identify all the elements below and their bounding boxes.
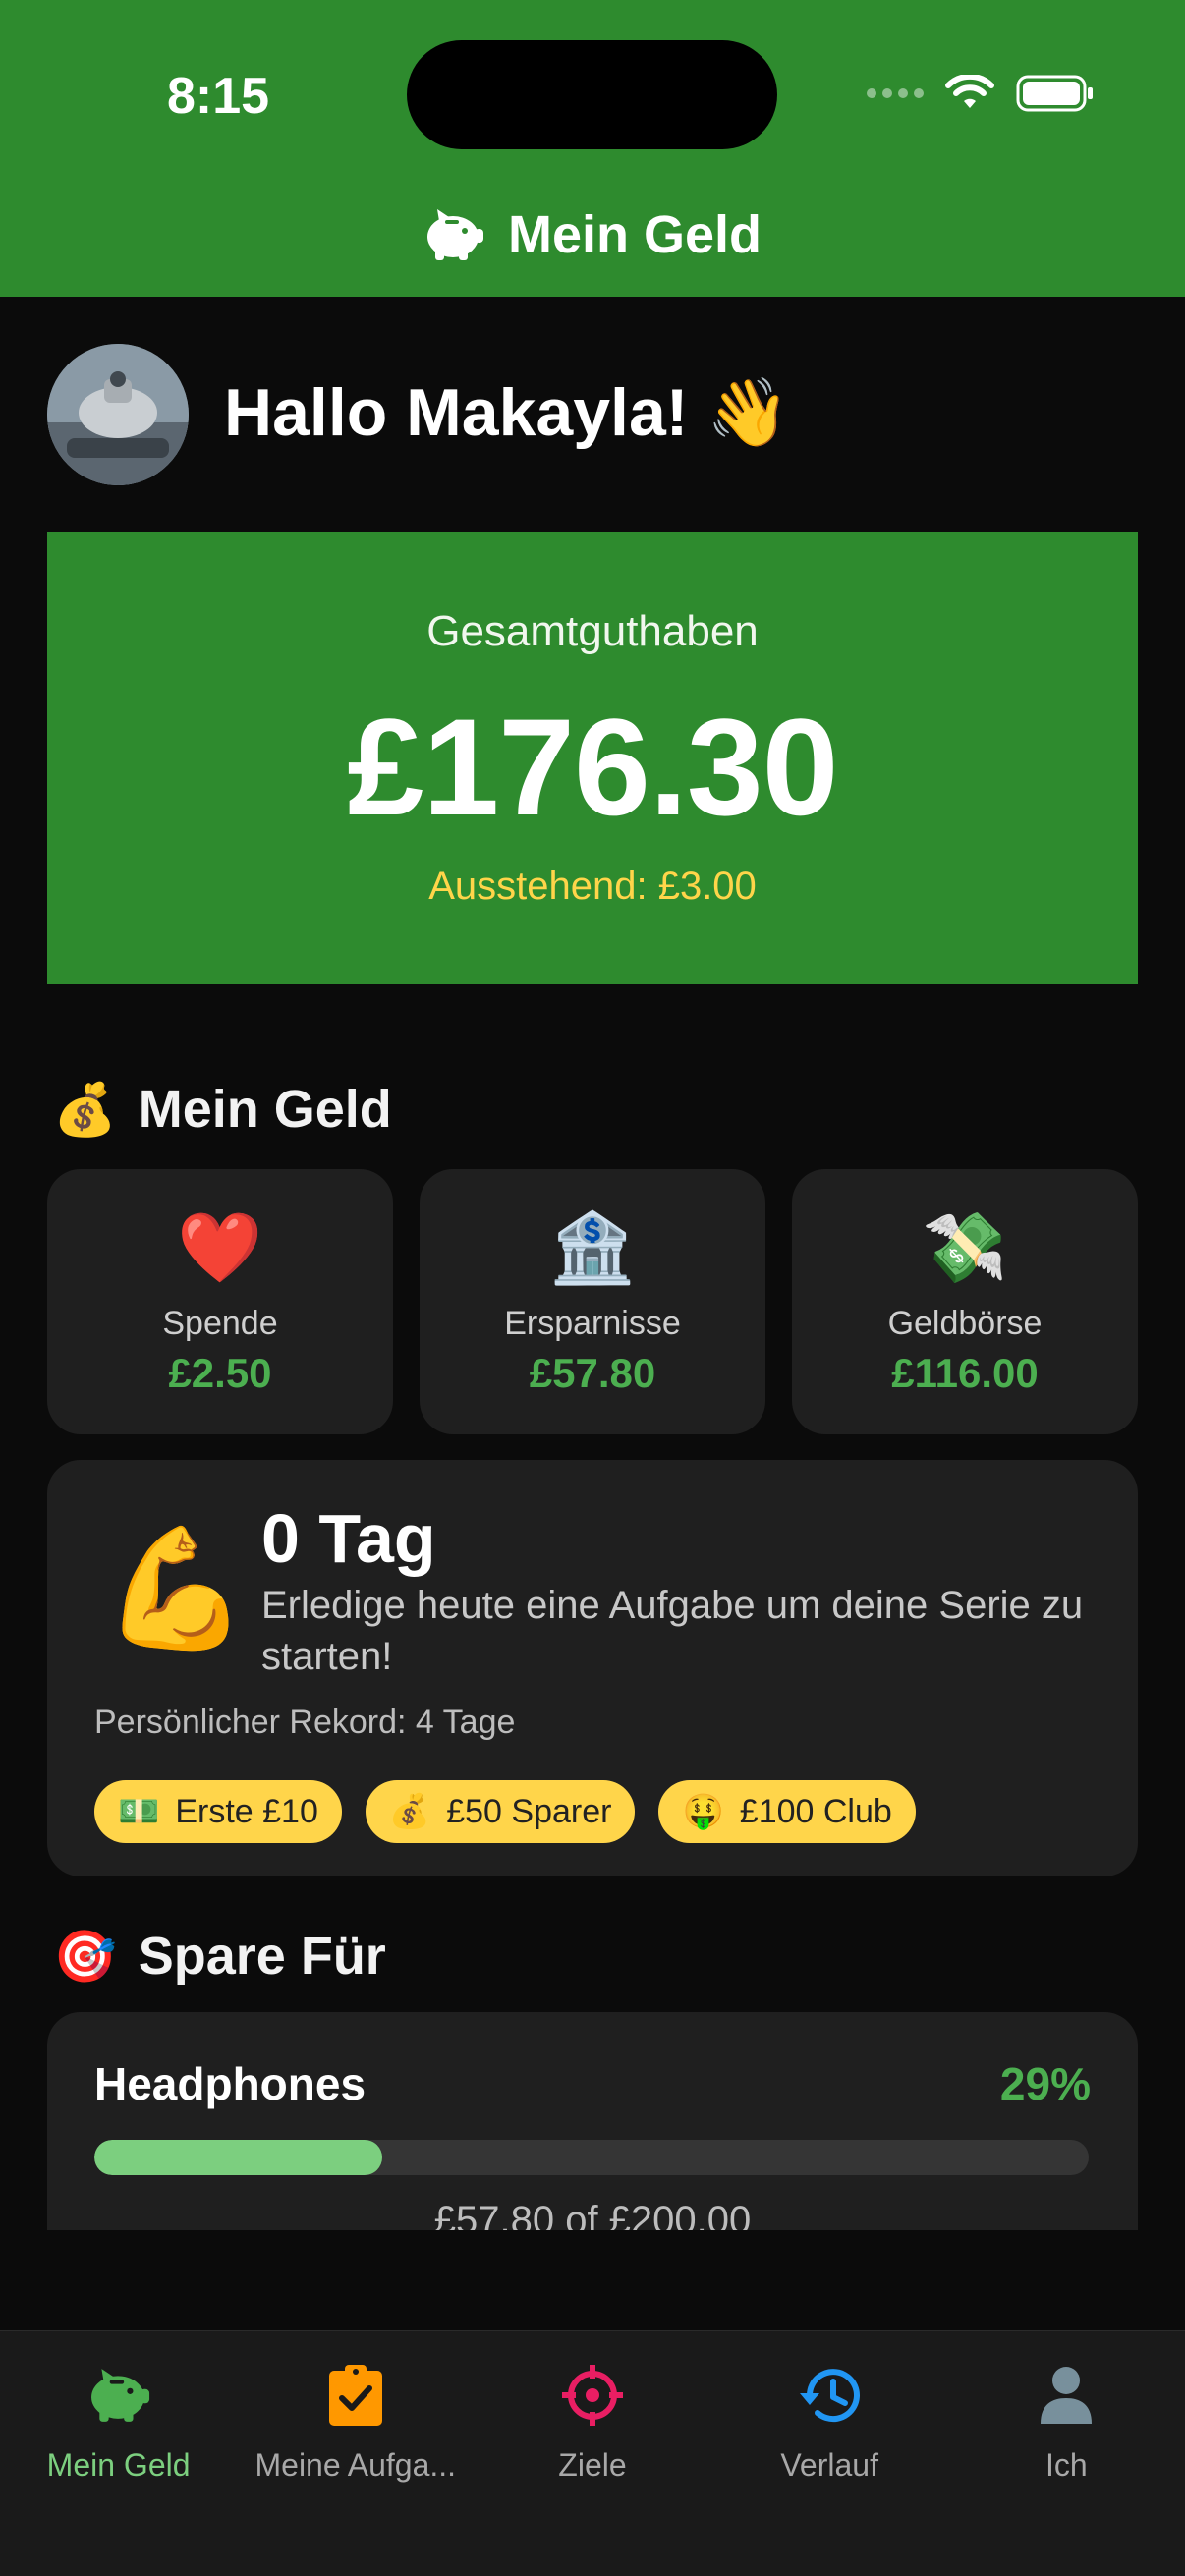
goal-card[interactable]: Headphones 29% £57.80 of £200.00 xyxy=(47,2012,1138,2230)
bank-icon: 🏦 xyxy=(549,1209,636,1286)
status-icons xyxy=(867,69,1095,118)
goal-progress-bar xyxy=(94,2140,1089,2175)
wallet-amount: £116.00 xyxy=(891,1350,1039,1396)
nav-label: Meine Aufga... xyxy=(254,2447,457,2483)
badge-label: Erste £10 xyxy=(175,1792,318,1830)
wifi-icon xyxy=(945,75,994,108)
bottom-navigation: Mein Geld Meine Aufga... Ziele Verlauf I… xyxy=(0,2330,1185,2576)
money-mouth-face-icon: 🤑 xyxy=(682,1793,724,1830)
direct-hit-icon: 🎯 xyxy=(53,1928,117,1986)
nav-item-ich[interactable]: Ich xyxy=(948,2331,1185,2576)
money-bag-icon: 💰 xyxy=(53,1081,117,1139)
nav-label: Ich xyxy=(1045,2447,1088,2483)
balance-amount: £176.30 xyxy=(347,690,838,844)
nav-label: Mein Geld xyxy=(46,2447,191,2483)
avatar[interactable] xyxy=(47,344,189,485)
streak-days: 0 Tag xyxy=(261,1500,436,1577)
nav-item-meine-aufgaben[interactable]: Meine Aufga... xyxy=(237,2331,474,2576)
balance-label: Gesamtguthaben xyxy=(426,607,759,655)
donation-amount: £2.50 xyxy=(168,1350,272,1396)
dynamic-island xyxy=(407,40,777,149)
flexed-biceps-icon: 💪 xyxy=(102,1523,250,1654)
donation-label: Spende xyxy=(162,1305,278,1342)
wallet-label: Geldbörse xyxy=(887,1305,1043,1342)
nav-label: Verlauf xyxy=(780,2447,878,2483)
person-icon xyxy=(948,2357,1185,2434)
total-balance-card: Gesamtguthaben £176.30 Ausstehend: £3.00 xyxy=(47,532,1138,984)
goal-progress-fill xyxy=(94,2140,383,2175)
donation-card[interactable]: ❤️ Spende £2.50 xyxy=(47,1169,393,1434)
clipboard-check-icon xyxy=(237,2357,474,2434)
dollar-banknote-icon: 💵 xyxy=(118,1793,160,1830)
goals-section-label: Spare Für xyxy=(138,1927,386,1986)
badge-50-saver[interactable]: 💰 £50 Sparer xyxy=(365,1780,636,1843)
goal-percent: 29% xyxy=(999,2058,1091,2109)
money-section-label: Mein Geld xyxy=(138,1080,392,1139)
goal-name: Headphones xyxy=(94,2058,367,2109)
achievement-badges: 💵 Erste £10 💰 £50 Sparer 🤑 £100 Club xyxy=(94,1780,916,1843)
streak-card: 💪 0 Tag Erledige heute eine Aufgabe um d… xyxy=(47,1460,1138,1876)
wallet-card[interactable]: 💸 Geldbörse £116.00 xyxy=(792,1169,1138,1434)
app-header: 8:15 Mein Geld xyxy=(0,0,1185,297)
header-title: Mein Geld xyxy=(0,204,1185,265)
nav-item-verlauf[interactable]: Verlauf xyxy=(711,2331,948,2576)
history-icon xyxy=(711,2357,948,2434)
nav-item-ziele[interactable]: Ziele xyxy=(474,2331,710,2576)
savings-label: Ersparnisse xyxy=(504,1305,681,1342)
personal-record: Persönlicher Rekord: 4 Tage xyxy=(94,1704,516,1741)
goals-section-title: 🎯 Spare Für xyxy=(53,1926,386,1987)
money-wings-icon: 💸 xyxy=(922,1209,1008,1286)
streak-message: Erledige heute eine Aufgabe um deine Ser… xyxy=(261,1584,1084,1678)
piggy-bank-icon xyxy=(0,2357,237,2434)
heart-icon: ❤️ xyxy=(177,1209,263,1286)
nav-label: Ziele xyxy=(558,2447,627,2483)
savings-amount: £57.80 xyxy=(529,1350,656,1396)
header-title-label: Mein Geld xyxy=(507,205,762,264)
nav-item-mein-geld[interactable]: Mein Geld xyxy=(0,2331,237,2576)
battery-icon xyxy=(1016,75,1093,112)
goal-amounts: £57.80 of £200.00 xyxy=(433,2199,752,2230)
badge-label: £100 Club xyxy=(739,1792,892,1830)
savings-card[interactable]: 🏦 Ersparnisse £57.80 xyxy=(420,1169,765,1434)
money-section-title: 💰 Mein Geld xyxy=(53,1079,392,1140)
crosshair-icon xyxy=(474,2357,710,2434)
piggy-bank-icon xyxy=(426,209,483,260)
pending-amount: Ausstehend: £3.00 xyxy=(428,865,757,908)
money-bag-icon: 💰 xyxy=(388,1793,431,1830)
cellular-signal-icon xyxy=(867,88,924,98)
badge-100-club[interactable]: 🤑 £100 Club xyxy=(658,1780,916,1843)
badge-label: £50 Sparer xyxy=(446,1792,612,1830)
badge-first-10[interactable]: 💵 Erste £10 xyxy=(94,1780,342,1843)
status-time: 8:15 xyxy=(167,68,270,125)
greeting-text: Hallo Makayla! 👋 xyxy=(224,375,790,450)
